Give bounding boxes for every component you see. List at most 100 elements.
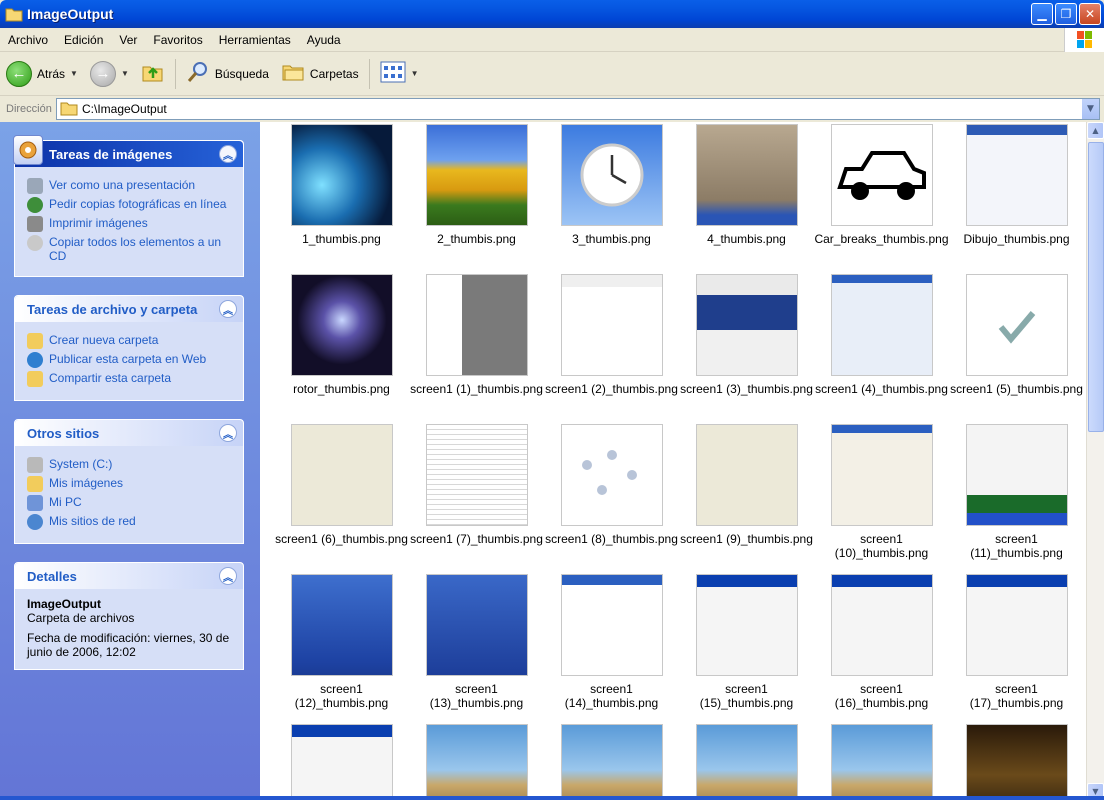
image-thumbnail[interactable] [695, 124, 798, 226]
minimize-button[interactable]: ▁ [1031, 3, 1053, 25]
file-item[interactable]: Car_breaks_thumbis.png [814, 124, 949, 246]
image-thumbnail[interactable] [695, 724, 798, 800]
file-item[interactable] [409, 724, 544, 800]
task-new-folder[interactable]: Crear nueva carpeta [27, 333, 233, 349]
file-item[interactable]: screen1 (14)_thumbis.png [544, 574, 679, 710]
image-thumbnail[interactable] [425, 724, 528, 800]
image-thumbnail[interactable] [290, 274, 393, 376]
menu-favoritos[interactable]: Favoritos [145, 33, 210, 47]
image-thumbnail[interactable] [290, 124, 393, 226]
image-thumbnail[interactable] [560, 574, 663, 676]
task-slideshow[interactable]: Ver como una presentación [27, 178, 233, 194]
file-item[interactable]: screen1 (11)_thumbis.png [949, 424, 1084, 560]
collapse-chevron-icon[interactable]: ︽ [219, 424, 237, 442]
back-button[interactable]: ← Atrás ▼ [0, 56, 84, 92]
image-thumbnail[interactable] [290, 724, 393, 800]
image-thumbnail[interactable] [965, 274, 1068, 376]
task-publish-web[interactable]: Publicar esta carpeta en Web [27, 352, 233, 368]
task-order-prints[interactable]: Pedir copias fotográficas en línea [27, 197, 233, 213]
menu-archivo[interactable]: Archivo [0, 33, 56, 47]
place-my-pictures[interactable]: Mis imágenes [27, 476, 233, 492]
file-item[interactable]: 3_thumbis.png [544, 124, 679, 246]
address-input[interactable]: C:\ImageOutput ▼ [56, 98, 1100, 120]
image-thumbnail[interactable] [965, 424, 1068, 526]
folders-button[interactable]: Carpetas [275, 56, 365, 92]
image-thumbnail[interactable] [560, 274, 663, 376]
file-item[interactable]: screen1 (7)_thumbis.png [409, 424, 544, 546]
back-dropdown-icon[interactable]: ▼ [70, 69, 78, 78]
scroll-up-icon[interactable]: ▲ [1087, 122, 1104, 139]
file-item[interactable] [544, 724, 679, 800]
file-item[interactable]: screen1 (16)_thumbis.png [814, 574, 949, 710]
task-share-folder[interactable]: Compartir esta carpeta [27, 371, 233, 387]
close-button[interactable]: ✕ [1079, 3, 1101, 25]
other-places-header[interactable]: Otros sitios ︽ [15, 420, 243, 446]
file-item[interactable]: screen1 (8)_thumbis.png [544, 424, 679, 546]
image-thumbnail[interactable] [830, 724, 933, 800]
file-item[interactable]: 2_thumbis.png [409, 124, 544, 246]
image-thumbnail[interactable] [695, 574, 798, 676]
menu-edicion[interactable]: Edición [56, 33, 111, 47]
scrollbar-thumb[interactable] [1088, 142, 1104, 432]
file-item[interactable]: screen1 (9)_thumbis.png [679, 424, 814, 546]
file-item[interactable]: screen1 (12)_thumbis.png [274, 574, 409, 710]
place-network[interactable]: Mis sitios de red [27, 514, 233, 530]
file-item[interactable]: screen1 (1)_thumbis.png [409, 274, 544, 396]
up-folder-button[interactable] [135, 56, 171, 92]
menu-ayuda[interactable]: Ayuda [299, 33, 349, 47]
file-item[interactable]: screen1 (2)_thumbis.png [544, 274, 679, 396]
file-item[interactable] [949, 724, 1084, 800]
file-item[interactable] [814, 724, 949, 800]
views-dropdown-icon[interactable]: ▼ [411, 69, 419, 78]
file-item[interactable]: screen1 (15)_thumbis.png [679, 574, 814, 710]
image-thumbnail[interactable] [830, 274, 933, 376]
image-thumbnail[interactable] [290, 424, 393, 526]
file-tasks-header[interactable]: Tareas de archivo y carpeta ︽ [15, 296, 243, 322]
maximize-button[interactable]: ❐ [1055, 3, 1077, 25]
image-thumbnail[interactable] [965, 724, 1068, 800]
image-thumbnail[interactable] [425, 424, 528, 526]
place-my-computer[interactable]: Mi PC [27, 495, 233, 511]
search-button[interactable]: Búsqueda [180, 56, 275, 92]
image-thumbnail[interactable] [290, 574, 393, 676]
file-item[interactable]: 1_thumbis.png [274, 124, 409, 246]
file-item[interactable]: rotor_thumbis.png [274, 274, 409, 396]
forward-dropdown-icon[interactable]: ▼ [121, 69, 129, 78]
task-copy-to-cd[interactable]: Copiar todos los elementos a un CD [27, 235, 233, 263]
image-thumbnail[interactable] [830, 424, 933, 526]
image-thumbnail[interactable] [830, 124, 933, 226]
menu-herramientas[interactable]: Herramientas [211, 33, 299, 47]
image-thumbnail[interactable] [830, 574, 933, 676]
image-thumbnail[interactable] [695, 274, 798, 376]
collapse-chevron-icon[interactable]: ︽ [219, 300, 237, 318]
file-item[interactable]: Dibujo_thumbis.png [949, 124, 1084, 246]
file-item[interactable] [679, 724, 814, 800]
file-item[interactable] [274, 724, 409, 800]
file-item[interactable]: 4_thumbis.png [679, 124, 814, 246]
image-thumbnail[interactable] [425, 274, 528, 376]
image-thumbnail[interactable] [965, 574, 1068, 676]
image-tasks-header[interactable]: Tareas de imágenes ︽ [13, 135, 243, 167]
image-thumbnail[interactable] [560, 724, 663, 800]
place-system-drive[interactable]: System (C:) [27, 457, 233, 473]
file-item[interactable]: screen1 (6)_thumbis.png [274, 424, 409, 546]
forward-button[interactable]: → ▼ [84, 56, 135, 92]
address-dropdown-icon[interactable]: ▼ [1081, 99, 1099, 119]
vertical-scrollbar[interactable]: ▲ ▼ [1086, 122, 1104, 800]
collapse-chevron-icon[interactable]: ︽ [219, 145, 237, 163]
views-button[interactable]: ▼ [374, 56, 425, 92]
file-item[interactable]: screen1 (17)_thumbis.png [949, 574, 1084, 710]
image-thumbnail[interactable] [560, 424, 663, 526]
image-thumbnail[interactable] [425, 124, 528, 226]
image-thumbnail[interactable] [695, 424, 798, 526]
file-item[interactable]: screen1 (10)_thumbis.png [814, 424, 949, 560]
file-item[interactable]: screen1 (4)_thumbis.png [814, 274, 949, 396]
image-thumbnail[interactable] [425, 574, 528, 676]
file-item[interactable]: screen1 (3)_thumbis.png [679, 274, 814, 396]
image-thumbnail[interactable] [965, 124, 1068, 226]
image-thumbnail[interactable] [560, 124, 663, 226]
task-print-images[interactable]: Imprimir imágenes [27, 216, 233, 232]
file-item[interactable]: screen1 (13)_thumbis.png [409, 574, 544, 710]
menu-ver[interactable]: Ver [111, 33, 145, 47]
collapse-chevron-icon[interactable]: ︽ [219, 567, 237, 585]
